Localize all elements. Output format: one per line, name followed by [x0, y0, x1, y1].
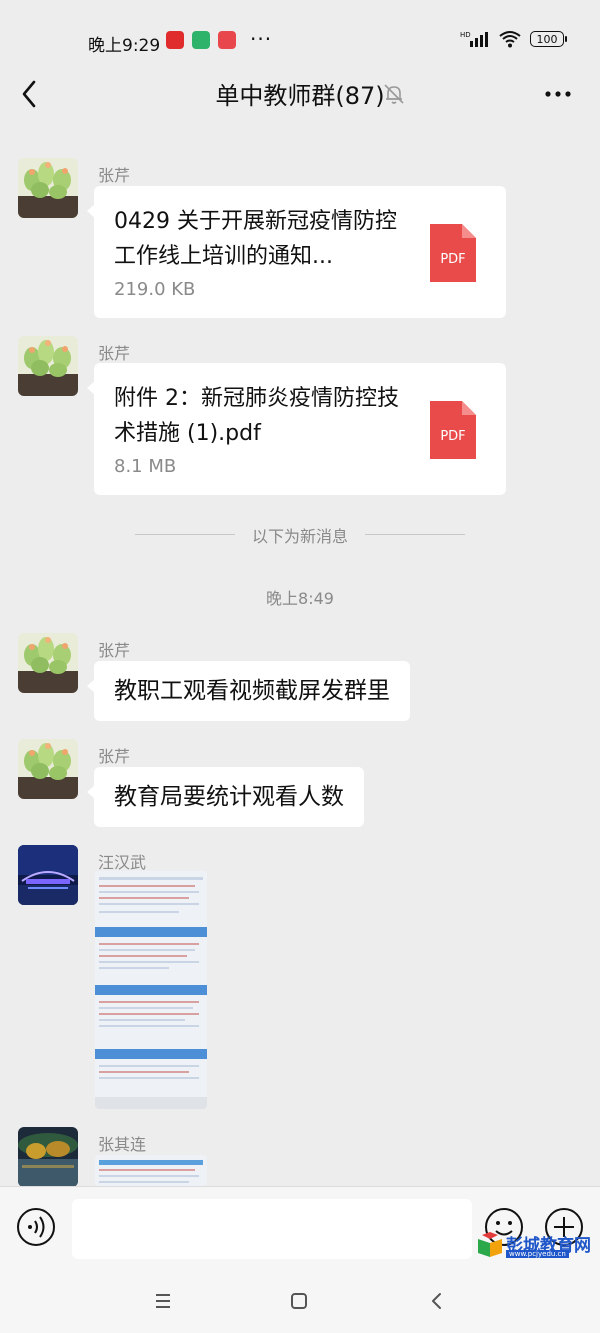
divider-label: 以下为新消息 [251, 527, 348, 546]
city-night-avatar-image [18, 845, 78, 905]
menu-icon[interactable] [150, 1288, 176, 1314]
new-messages-divider: 以下为新消息 [135, 527, 465, 546]
blurred-screenshot-thumbnail [95, 871, 207, 1109]
watermark-url: www.pcjyedu.cn [506, 1250, 569, 1258]
sender-name: 张芹 [98, 641, 131, 660]
signal-icon: HD [460, 31, 488, 47]
pdf-file-icon: PDF [430, 224, 476, 282]
voice-input-button[interactable] [16, 1207, 56, 1247]
sender-name: 张芹 [98, 166, 131, 185]
blurred-screenshot-thumbnail [95, 1155, 207, 1186]
succulent-avatar-image [18, 739, 78, 799]
avatar[interactable] [18, 739, 78, 799]
file-size: 219.0 KB [114, 279, 196, 300]
file-size: 8.1 MB [114, 456, 177, 477]
message-text-input[interactable] [72, 1199, 472, 1259]
mute-icon [384, 84, 404, 104]
text-message[interactable]: 教育局要统计观看人数 [87, 767, 364, 827]
svg-text:HD: HD [460, 31, 471, 39]
message-timestamp: 晚上8:49 [266, 589, 334, 608]
sender-name: 汪汉武 [98, 853, 147, 872]
pdf-file-icon: PDF [430, 401, 476, 459]
avatar[interactable] [18, 336, 78, 396]
avatar[interactable] [18, 845, 78, 905]
avatar[interactable] [18, 633, 78, 693]
chat-title: 单中教师群(87) [215, 82, 385, 110]
app-notification-icon [218, 31, 236, 49]
system-navigation-bar [0, 1268, 600, 1333]
app-notification-icon [192, 31, 210, 49]
succulent-avatar-image [18, 158, 78, 218]
image-message[interactable] [95, 1155, 207, 1186]
home-icon[interactable] [286, 1288, 312, 1314]
sender-name: 张其连 [98, 1135, 147, 1154]
chat-header: 单中教师群(87) [0, 62, 600, 126]
file-message[interactable]: 0429 关于开展新冠疫情防控工作线上培训的通知... 219.0 KB PDF [87, 186, 506, 318]
image-message[interactable] [95, 871, 207, 1109]
succulent-avatar-image [18, 633, 78, 693]
status-indicators: HD 100 [460, 30, 567, 48]
back-nav-icon[interactable] [424, 1288, 450, 1314]
status-time: 晚上9:29 [88, 36, 161, 56]
app-notification-icon [166, 31, 184, 49]
avatar[interactable] [18, 158, 78, 218]
file-message[interactable]: 附件 2：新冠肺炎疫情防控技术措施 (1).pdf 8.1 MB PDF [87, 363, 506, 495]
succulent-avatar-image [18, 336, 78, 396]
file-name: 附件 2：新冠肺炎疫情防控技术措施 (1).pdf [114, 386, 399, 446]
sender-name: 张芹 [98, 747, 131, 766]
avatar[interactable] [18, 1127, 78, 1187]
more-notifications-icon: ··· [250, 27, 273, 51]
more-options-button[interactable] [542, 80, 574, 108]
sender-name: 张芹 [98, 344, 131, 363]
wifi-icon [499, 31, 521, 48]
book-logo-icon [478, 1232, 502, 1257]
text-message[interactable]: 教职工观看视频截屏发群里 [87, 661, 410, 721]
file-name: 0429 关于开展新冠疫情防控工作线上培训的通知... [114, 209, 397, 269]
site-watermark: 彭城教育网 www.pcjyedu.cn [476, 1231, 594, 1261]
landscape-avatar-image [18, 1127, 78, 1187]
battery-icon: 100 [530, 31, 567, 47]
